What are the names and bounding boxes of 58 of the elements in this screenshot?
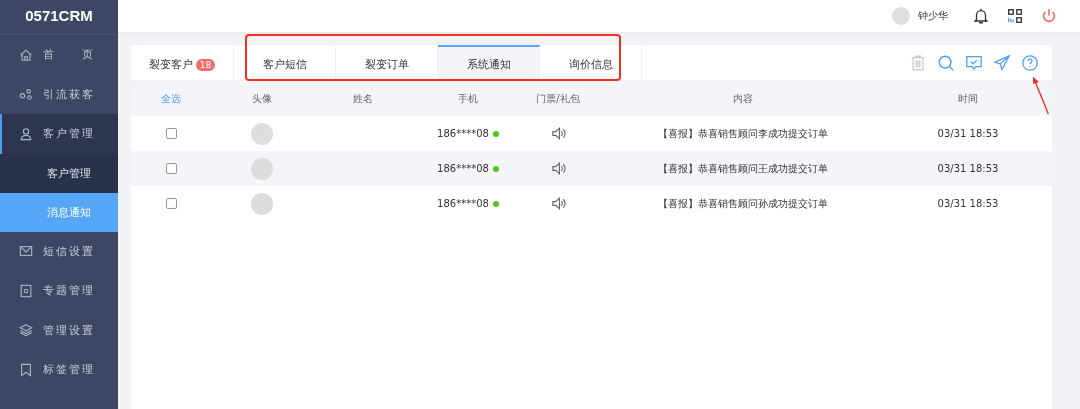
row-checkbox[interactable] bbox=[165, 128, 177, 139]
column-header: 头像 bbox=[251, 91, 273, 106]
phone-cell: 186****08 bbox=[437, 163, 489, 174]
grid-icon[interactable] bbox=[1006, 7, 1024, 25]
tab[interactable]: 询价信息 bbox=[540, 45, 642, 80]
online-dot bbox=[492, 165, 499, 172]
avatar-icon bbox=[251, 157, 273, 180]
search-icon[interactable] bbox=[937, 53, 955, 72]
tag-icon bbox=[19, 362, 33, 377]
sidebar-item[interactable]: 首 页 bbox=[0, 35, 118, 75]
user-name: 钟少华 bbox=[918, 9, 948, 23]
phone-cell: 186****08 bbox=[437, 198, 489, 209]
speaker-icon[interactable] bbox=[550, 126, 566, 141]
user-icon bbox=[19, 126, 33, 141]
message-check-icon[interactable] bbox=[965, 53, 983, 72]
column-header: 内容 bbox=[732, 91, 754, 106]
content-cell-text: 【喜报】恭喜销售顾问孙成功提交订单 bbox=[657, 196, 829, 211]
phone-cell: 186****08 bbox=[437, 128, 489, 139]
time-cell-text: 03/31 18:53 bbox=[936, 163, 1000, 174]
book-icon bbox=[19, 283, 33, 298]
column-header: 门票/礼包 bbox=[535, 91, 581, 106]
home-icon bbox=[19, 47, 33, 62]
speaker-icon[interactable] bbox=[550, 161, 566, 176]
column-header: 姓名 bbox=[352, 91, 374, 106]
trash-icon[interactable] bbox=[909, 53, 927, 72]
content-cell-text: 【喜报】恭喜销售顾问李成功提交订单 bbox=[657, 126, 829, 141]
help-icon[interactable] bbox=[1021, 53, 1039, 72]
tab[interactable]: 客户短信 bbox=[234, 45, 336, 80]
bell-icon[interactable] bbox=[972, 7, 990, 25]
speaker-icon[interactable] bbox=[550, 196, 566, 211]
tab[interactable]: 系统通知 bbox=[438, 45, 540, 80]
avatar-icon bbox=[892, 7, 910, 25]
column-header: 时间 bbox=[957, 91, 979, 106]
row-checkbox[interactable] bbox=[165, 163, 177, 174]
time-cell-text: 03/31 18:53 bbox=[936, 128, 1000, 139]
power-icon[interactable] bbox=[1040, 7, 1058, 25]
row-checkbox[interactable] bbox=[165, 198, 177, 209]
sidebar-item[interactable]: 管理设置 bbox=[0, 310, 118, 350]
tab[interactable]: 裂变客户 18 bbox=[131, 45, 234, 80]
sidebar-item[interactable]: 引流获客 bbox=[0, 74, 118, 114]
annotation-arrow bbox=[1031, 75, 1051, 117]
share-icon bbox=[19, 87, 33, 102]
avatar-icon bbox=[251, 122, 273, 145]
sidebar-item[interactable]: 专题管理 bbox=[0, 271, 118, 311]
sidebar-item[interactable]: 客户管理 bbox=[0, 114, 118, 154]
sidebar-subitem[interactable]: 客户管理 bbox=[0, 153, 118, 193]
count-badge: 18 bbox=[195, 59, 216, 71]
avatar-icon bbox=[251, 192, 273, 215]
online-dot bbox=[492, 200, 499, 207]
column-header: 手机 bbox=[457, 91, 479, 106]
mail-icon bbox=[19, 244, 33, 259]
layers-icon bbox=[19, 323, 33, 338]
sidebar-item[interactable]: 短信设置 bbox=[0, 231, 118, 271]
content-cell-text: 【喜报】恭喜销售顾问王成功提交订单 bbox=[657, 161, 829, 176]
online-dot bbox=[492, 130, 499, 137]
send-icon[interactable] bbox=[993, 53, 1011, 72]
time-cell-text: 03/31 18:53 bbox=[936, 198, 1000, 209]
sidebar-item[interactable]: 标签管理 bbox=[0, 350, 118, 390]
